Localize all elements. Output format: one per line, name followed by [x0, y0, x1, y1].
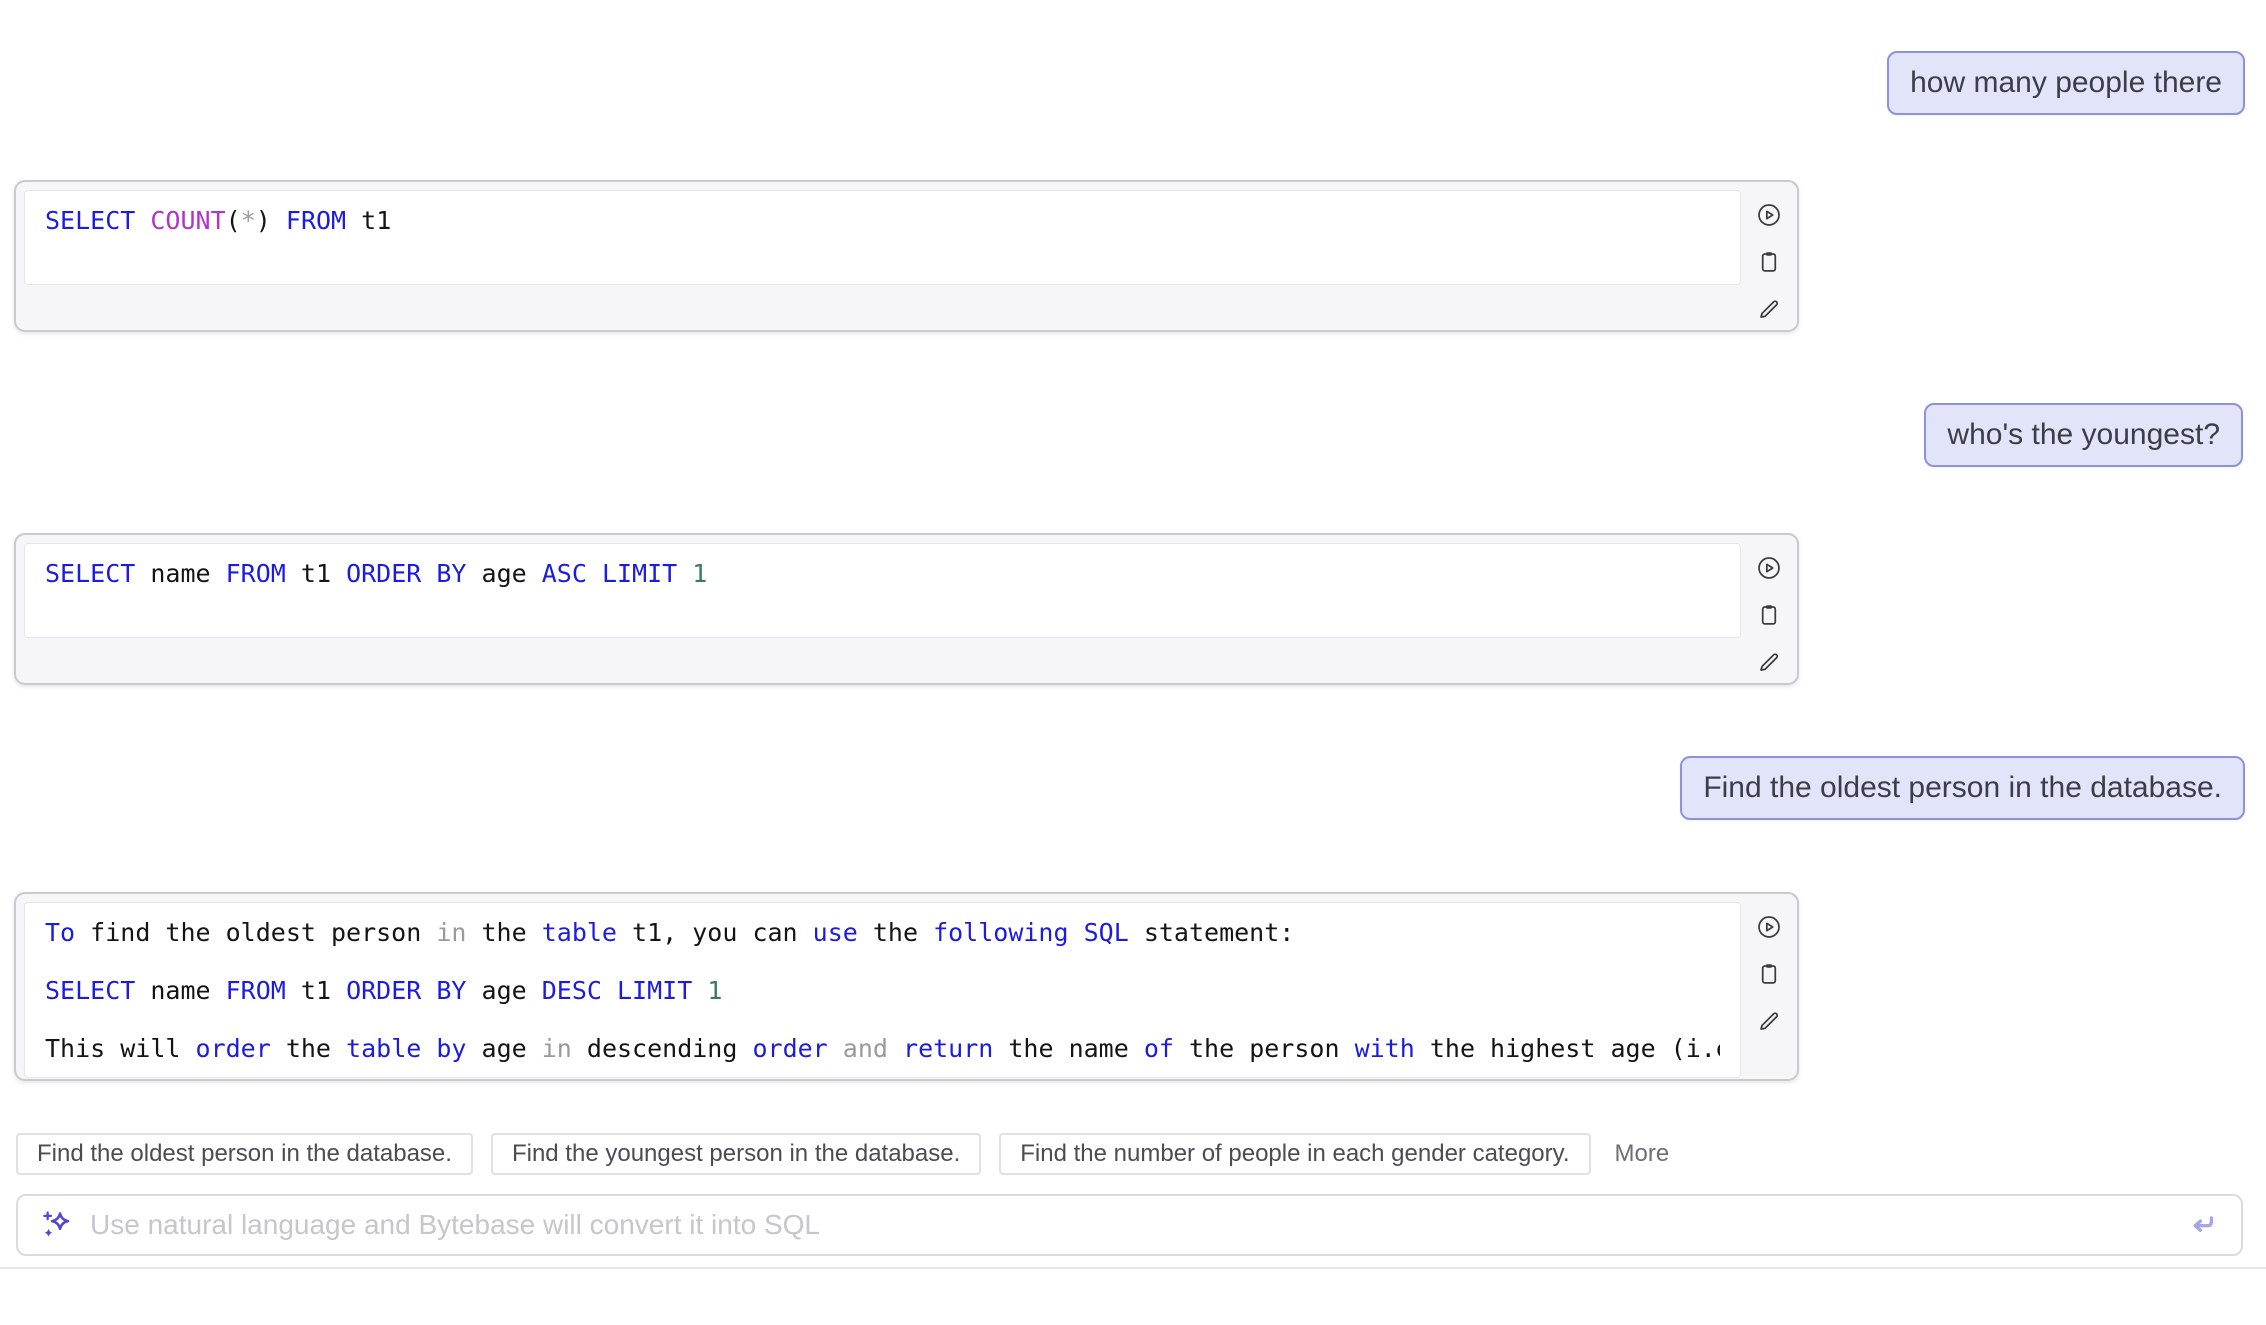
enter-return-icon[interactable]	[2185, 1208, 2219, 1242]
edit-sql-button[interactable]	[1756, 1008, 1782, 1034]
user-message-bubble: who's the youngest?	[1924, 403, 2243, 467]
code-line: To find the oldest person in the table t…	[45, 916, 1720, 950]
code-line: SELECT name FROM t1 ORDER BY age ASC LIM…	[45, 557, 1720, 591]
pencil-icon	[1756, 296, 1782, 322]
edit-sql-button[interactable]	[1756, 296, 1782, 322]
bottom-divider	[0, 1267, 2266, 1269]
sql-editor[interactable]: SELECT COUNT(*) FROM t1	[24, 190, 1741, 285]
run-sql-button[interactable]	[1756, 555, 1782, 581]
nl2sql-input[interactable]	[88, 1195, 2171, 1255]
run-sql-button[interactable]	[1756, 914, 1782, 940]
pencil-icon	[1756, 1008, 1782, 1034]
copy-sql-button[interactable]	[1756, 249, 1782, 275]
sql-actions-column	[1749, 902, 1789, 1034]
more-suggestions-button[interactable]: More	[1615, 1140, 1670, 1168]
play-circle-icon	[1756, 914, 1782, 940]
code-line: SELECT COUNT(*) FROM t1	[45, 204, 1720, 238]
run-sql-button[interactable]	[1756, 202, 1782, 228]
copy-sql-button[interactable]	[1756, 961, 1782, 987]
sql-actions-column	[1749, 543, 1789, 675]
suggestion-list: Find the oldest person in the database. F…	[16, 1133, 1591, 1175]
ai-sql-chat-panel: how many people there SELECT COUNT(*) FR…	[0, 51, 2266, 1325]
suggestion-button[interactable]: Find the oldest person in the database.	[16, 1133, 473, 1175]
sql-response-block: To find the oldest person in the table t…	[14, 892, 1799, 1081]
suggestions-row: Find the oldest person in the database. F…	[16, 1133, 2266, 1175]
user-message-bubble: Find the oldest person in the database.	[1680, 756, 2245, 820]
user-message-row: how many people there	[0, 51, 2266, 115]
sql-response-block: SELECT name FROM t1 ORDER BY age ASC LIM…	[14, 533, 1799, 685]
clipboard-icon	[1756, 249, 1782, 275]
play-circle-icon	[1756, 555, 1782, 581]
suggestion-button[interactable]: Find the youngest person in the database…	[491, 1133, 981, 1175]
clipboard-icon	[1756, 961, 1782, 987]
user-message-row: who's the youngest?	[0, 403, 2266, 467]
sql-editor[interactable]: To find the oldest person in the table t…	[24, 902, 1741, 1078]
code-line: This will order the table by age in desc…	[45, 1032, 1720, 1066]
nl2sql-input-container[interactable]	[16, 1194, 2243, 1256]
user-message-row: Find the oldest person in the database.	[0, 756, 2266, 820]
user-message-bubble: how many people there	[1887, 51, 2245, 115]
sql-editor[interactable]: SELECT name FROM t1 ORDER BY age ASC LIM…	[24, 543, 1741, 638]
suggestion-button[interactable]: Find the number of people in each gender…	[999, 1133, 1590, 1175]
ai-sparkle-icon	[40, 1208, 74, 1242]
sql-response-block: SELECT COUNT(*) FROM t1	[14, 180, 1799, 332]
copy-sql-button[interactable]	[1756, 602, 1782, 628]
clipboard-icon	[1756, 602, 1782, 628]
sql-actions-column	[1749, 190, 1789, 322]
pencil-icon	[1756, 649, 1782, 675]
code-line: SELECT name FROM t1 ORDER BY age DESC LI…	[45, 974, 1720, 1008]
edit-sql-button[interactable]	[1756, 649, 1782, 675]
play-circle-icon	[1756, 202, 1782, 228]
